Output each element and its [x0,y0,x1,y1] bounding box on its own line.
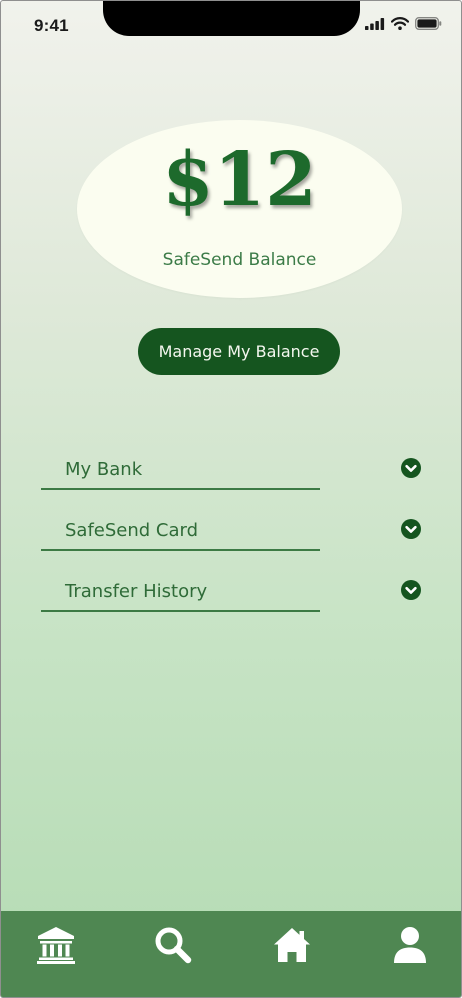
menu-underline [41,610,320,612]
chevron-down-icon[interactable] [401,580,421,600]
menu-item-safesend-card[interactable]: SafeSend Card [41,515,423,555]
bank-icon[interactable] [36,925,76,965]
bottom-nav [1,911,461,997]
status-icons [365,17,442,30]
menu-underline [41,549,320,551]
menu-item-label: Transfer History [65,581,208,602]
notch [103,1,360,36]
signal-icon [365,17,385,30]
wifi-icon [391,17,409,30]
manage-balance-button[interactable]: Manage My Balance [138,328,340,375]
status-time: 9:41 [34,16,69,35]
home-icon[interactable] [272,925,312,965]
chevron-down-icon[interactable] [401,519,421,539]
phone-screen: 9:41 $12 SafeSend Balance Manage My Bala… [0,0,462,998]
menu-item-label: My Bank [65,459,143,480]
chevron-down-icon[interactable] [401,458,421,478]
menu-item-my-bank[interactable]: My Bank [41,454,423,494]
menu-item-label: SafeSend Card [65,520,199,541]
battery-icon [415,17,442,30]
menu-item-transfer-history[interactable]: Transfer History [41,576,423,616]
menu-underline [41,488,320,490]
profile-icon[interactable] [390,925,430,965]
status-bar: 9:41 [1,1,461,53]
search-icon[interactable] [153,925,193,965]
balance-label: SafeSend Balance [162,250,317,270]
balance-amount: $12 [162,137,317,223]
